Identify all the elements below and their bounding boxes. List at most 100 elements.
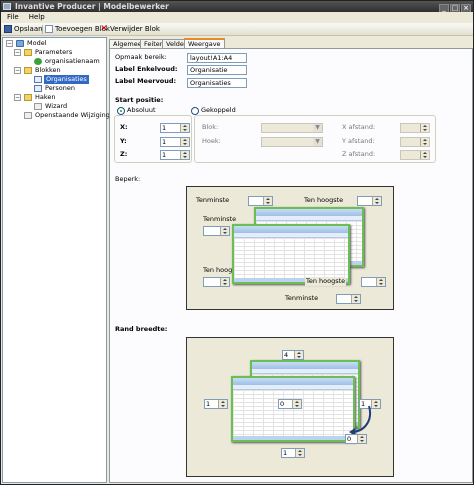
range-input[interactable]: layout!A1:A4	[187, 53, 247, 63]
min-width-label: Tenminste	[196, 196, 230, 204]
limit-label: Beperk:	[115, 175, 141, 183]
z-distance-label: Z afstand:	[342, 150, 376, 158]
tree-node-wizard[interactable]: Wizard	[34, 102, 106, 111]
min-bottom-stepper[interactable]	[336, 294, 361, 304]
chevron-down-icon: ▼	[313, 124, 322, 132]
display-panel: Opmaak bereik: layout!A1:A4 Label Enkelv…	[109, 48, 473, 483]
chevron-down-icon: ▼	[313, 138, 322, 146]
z-distance-stepper[interactable]	[400, 150, 430, 160]
delete-icon: ✕	[100, 24, 108, 34]
spin-arrows-icon[interactable]	[180, 124, 189, 132]
y-distance-label: Y afstand:	[342, 137, 375, 145]
menu-file[interactable]: File	[3, 12, 23, 23]
collapse-icon[interactable]: −	[14, 67, 21, 74]
tree-node-pending-changes[interactable]: Openstaande Wijziging	[24, 111, 110, 120]
table-icon	[34, 76, 42, 83]
corner-select[interactable]: ▼	[261, 137, 323, 147]
max-width-bottom-label: Ten hoogste	[305, 277, 347, 286]
tree-node-model[interactable]: − Model	[6, 39, 106, 48]
tree-node-parameters[interactable]: − Parameters	[14, 48, 104, 57]
min-width-stepper[interactable]	[248, 196, 273, 206]
folder-icon	[24, 67, 32, 74]
tree-node-hooks[interactable]: − Haken	[14, 93, 104, 102]
spin-arrows-icon	[420, 124, 429, 132]
collapse-icon[interactable]: −	[14, 49, 21, 56]
min-height-label: Tenminste	[203, 215, 237, 223]
absolute-label: Absoluut	[127, 106, 156, 114]
tree-node-personen[interactable]: Personen	[34, 84, 106, 93]
spin-arrows-icon[interactable]	[180, 151, 189, 159]
x-distance-stepper[interactable]	[400, 123, 430, 133]
spin-arrows-icon[interactable]	[295, 449, 304, 457]
x-stepper[interactable]: 1	[160, 123, 190, 133]
block-label: Blok:	[202, 123, 219, 131]
singular-label: Label Enkelvoud:	[115, 65, 178, 73]
toolbar-separator	[42, 25, 43, 34]
hook-icon	[34, 103, 42, 110]
linked-label: Gekoppeld	[201, 106, 236, 114]
limit-diagram: Tenminste Ten hoogste Tenminste Ten hoog…	[186, 186, 394, 310]
spin-arrows-icon[interactable]	[372, 197, 381, 205]
folder-icon	[24, 49, 32, 56]
change-icon	[24, 112, 32, 119]
border-bottom-stepper[interactable]: 1	[281, 448, 305, 458]
x-label: X:	[120, 123, 128, 131]
title-bar: Invantive Producer | Modelbewerker _ □ ×	[1, 1, 473, 13]
range-label: Opmaak bereik:	[115, 53, 167, 61]
spin-arrows-icon	[420, 151, 429, 159]
y-label: Y:	[120, 137, 127, 145]
app-window: Invantive Producer | Modelbewerker _ □ × F…	[0, 0, 474, 485]
filter-icon	[34, 58, 42, 65]
folder-icon	[24, 94, 32, 101]
save-button[interactable]: Opslaan	[3, 24, 43, 35]
spin-arrows-icon[interactable]	[220, 278, 229, 286]
app-icon	[3, 3, 11, 10]
singular-input[interactable]: Organisatie	[187, 65, 247, 75]
tree-node-blocks[interactable]: − Blokken	[14, 66, 104, 75]
tree-node-organisaties[interactable]: Organisaties	[34, 75, 106, 84]
linked-radio[interactable]	[191, 107, 199, 115]
spin-arrows-icon[interactable]	[292, 400, 301, 408]
plural-label: Label Meervoud:	[115, 77, 177, 85]
model-tree[interactable]: − Model − Parameters organisatienaam − B…	[2, 37, 110, 483]
collapse-icon[interactable]: −	[14, 94, 21, 101]
spin-arrows-icon[interactable]	[220, 227, 229, 235]
border-depth-stepper[interactable]: 0	[345, 434, 367, 444]
model-icon	[16, 40, 24, 47]
spin-arrows-icon	[420, 138, 429, 146]
toolbar: Opslaan Toevoegen Blok ✕ Verwijder Blok	[1, 23, 473, 36]
menu-help[interactable]: Help	[25, 12, 49, 23]
spin-arrows-icon[interactable]	[357, 435, 366, 443]
border-width-label: Rand breedte:	[115, 325, 168, 333]
border-preview-front	[231, 376, 355, 442]
spin-arrows-icon[interactable]	[294, 351, 303, 359]
table-icon	[34, 85, 42, 92]
spin-arrows-icon[interactable]	[263, 197, 272, 205]
border-diagram: 4 1 0 1 0 1	[186, 337, 394, 477]
absolute-radio[interactable]	[117, 107, 125, 115]
border-left-stepper[interactable]: 1	[204, 399, 228, 409]
block-select[interactable]: ▼	[261, 123, 323, 133]
max-height-stepper[interactable]	[203, 277, 230, 287]
border-inner-stepper[interactable]: 0	[278, 399, 302, 409]
spin-arrows-icon[interactable]	[218, 400, 227, 408]
spin-arrows-icon[interactable]	[376, 278, 385, 286]
x-distance-label: X afstand:	[342, 123, 376, 131]
window-title: Invantive Producer | Modelbewerker	[15, 2, 169, 11]
z-stepper[interactable]: 1	[160, 150, 190, 160]
max-width-stepper[interactable]	[357, 196, 382, 206]
max-right-stepper[interactable]	[361, 277, 386, 287]
collapse-icon[interactable]: −	[6, 40, 13, 47]
delete-block-button[interactable]: ✕ Verwijder Blok	[99, 24, 160, 35]
max-width-label: Ten hoogste	[304, 196, 344, 204]
tree-node-parameter[interactable]: organisatienaam	[34, 57, 106, 66]
y-distance-stepper[interactable]	[400, 137, 430, 147]
plural-input[interactable]: Organisaties	[187, 78, 247, 88]
spin-arrows-icon[interactable]	[351, 295, 360, 303]
z-label: Z:	[120, 150, 128, 158]
border-top-stepper[interactable]: 4	[282, 350, 304, 360]
start-position-label: Start positie:	[115, 96, 164, 104]
y-stepper[interactable]: 1	[160, 137, 190, 147]
min-height-stepper[interactable]	[203, 226, 230, 236]
spin-arrows-icon[interactable]	[180, 138, 189, 146]
